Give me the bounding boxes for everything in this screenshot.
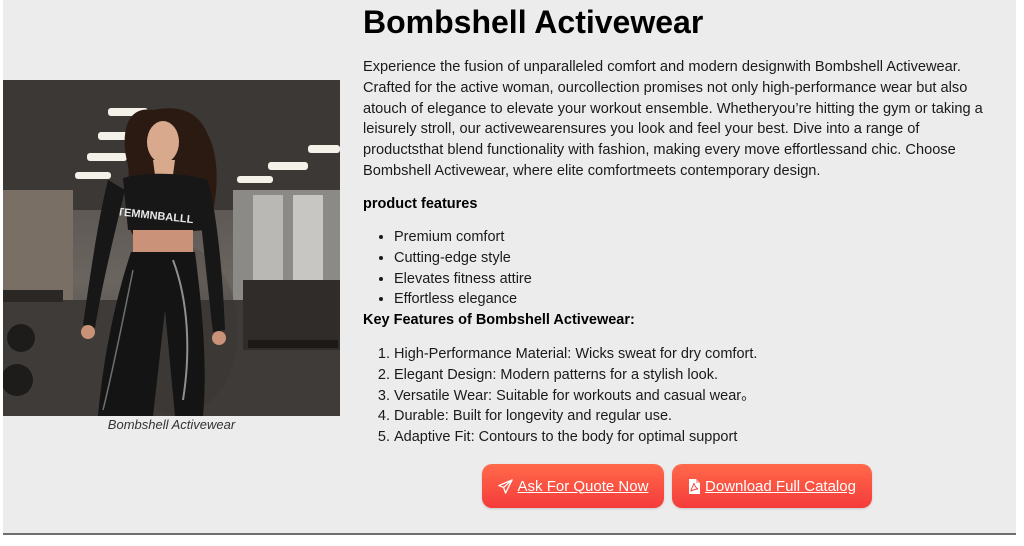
list-item: Elegant Design: Modern patterns for a st…	[394, 365, 757, 386]
list-item: Cutting-edge style	[394, 248, 532, 269]
list-item: Durable: Built for longevity and regular…	[394, 406, 757, 427]
list-item: Adaptive Fit: Contours to the body for o…	[394, 427, 757, 448]
list-item: Premium comfort	[394, 227, 532, 248]
page-title: Bombshell Activewear	[363, 4, 704, 40]
list-item: Effortless elegance	[394, 289, 532, 310]
key-features-list: High-Performance Material: Wicks sweat f…	[363, 344, 757, 448]
list-item: Elevates fitness attire	[394, 269, 532, 290]
section-divider	[3, 533, 1016, 535]
pdf-file-icon	[688, 478, 701, 494]
features-heading: product features	[363, 196, 478, 212]
download-catalog-label: Download Full Catalog	[705, 477, 856, 495]
product-image: TEMMNBALLL	[3, 80, 340, 416]
ask-for-quote-button[interactable]: Ask For Quote Now	[482, 464, 664, 508]
paper-plane-icon	[497, 478, 513, 494]
download-catalog-button[interactable]: Download Full Catalog	[672, 464, 872, 508]
list-item: High-Performance Material: Wicks sweat f…	[394, 344, 757, 365]
ask-for-quote-label: Ask For Quote Now	[517, 477, 649, 495]
key-features-heading: Key Features of Bombshell Activewear:	[363, 312, 635, 328]
product-description: Experience the fusion of unparalleled co…	[363, 59, 983, 179]
image-caption: Bombshell Activewear	[107, 417, 236, 432]
list-item: Versatile Wear: Suitable for workouts an…	[394, 386, 757, 407]
features-list: Premium comfort Cutting-edge style Eleva…	[363, 227, 532, 310]
